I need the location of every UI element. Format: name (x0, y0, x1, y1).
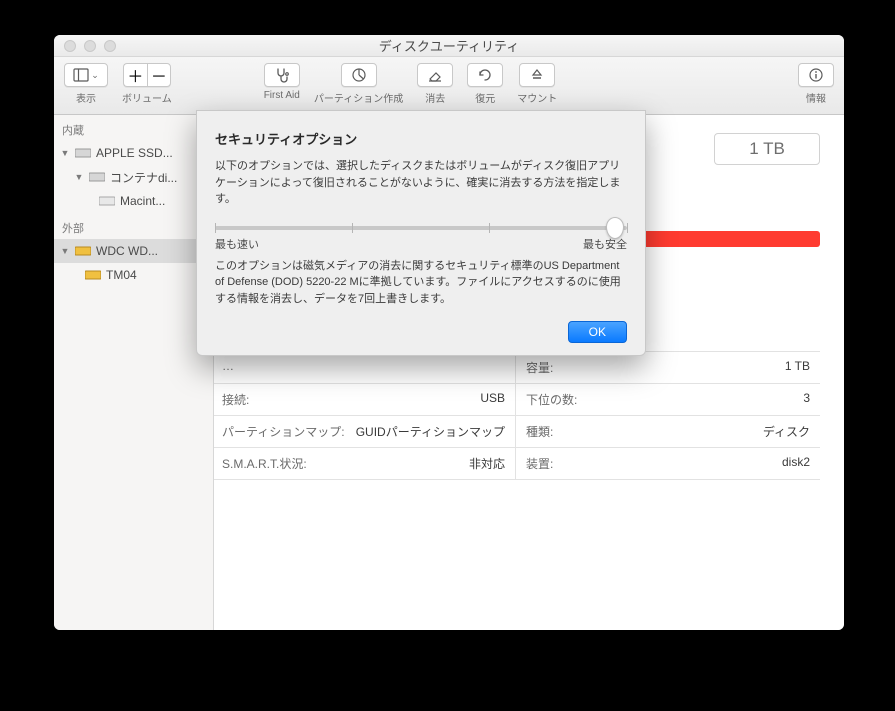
mount-button[interactable] (519, 63, 555, 87)
info-val: 非対応 (469, 455, 505, 472)
toolbar-firstaid: First Aid (264, 63, 300, 101)
sidebar-item-macintosh[interactable]: Macint... (54, 189, 213, 213)
info-key: S.M.A.R.T.状況: (222, 455, 307, 472)
table-row: パーティションマップ: GUIDパーティションマップ (214, 415, 516, 447)
slider-track (215, 226, 627, 230)
disclosure-icon[interactable]: ▼ (60, 148, 70, 158)
partition-button[interactable] (341, 63, 377, 87)
sidebar-item-label: Macint... (120, 194, 207, 208)
info-icon (808, 67, 824, 83)
sheet-title: セキュリティオプション (215, 129, 627, 148)
minus-icon: － (151, 63, 167, 87)
view-button[interactable]: ⌄ (64, 63, 108, 87)
sidebar-item-label: コンテナdi... (110, 169, 207, 186)
restore-icon (477, 67, 493, 83)
info-key: 容量: (526, 359, 553, 376)
disk-info-table: … 容量: 1 TB 接続: USB 下位の数: 3 パーティションマップ: GUIDパ… (214, 351, 820, 480)
sidebar-section-external: 外部 (54, 217, 213, 239)
hdd-icon (74, 146, 92, 160)
window-title: ディスクユーティリティ (54, 36, 844, 55)
toolbar-partition: パーティション作成 (314, 63, 403, 105)
erase-label: 消去 (425, 90, 445, 105)
volume-remove-button[interactable]: － (147, 63, 171, 87)
toolbar-restore: 復元 (467, 63, 503, 105)
info-key: パーティションマップ: (222, 423, 345, 440)
security-slider[interactable]: 最も速い 最も安全 (215, 226, 627, 252)
mount-icon (529, 67, 545, 83)
info-key: 種類: (526, 423, 553, 440)
info-button[interactable] (798, 63, 834, 87)
disclosure-icon[interactable]: ▼ (60, 246, 70, 256)
stethoscope-icon (274, 67, 290, 83)
erase-button[interactable] (417, 63, 453, 87)
titlebar: ディスクユーティリティ (54, 35, 844, 57)
sidebar: 内蔵 ▼ APPLE SSD... ▼ コンテナdi... Macint... (54, 115, 214, 630)
slider-label-secure: 最も安全 (583, 236, 627, 252)
info-key: 下位の数: (526, 391, 577, 408)
external-hdd-icon (74, 244, 92, 258)
partition-label: パーティション作成 (314, 90, 403, 105)
volume-label: ボリューム (122, 90, 172, 105)
capacity-badge: 1 TB (714, 133, 820, 165)
sidebar-section-internal: 内蔵 (54, 119, 213, 141)
sheet-detail: このオプションは磁気メディアの消去に関するセキュリティ標準のUS Departm… (215, 258, 627, 308)
sidebar-item-wdc[interactable]: ▼ WDC WD... ⏏ (54, 239, 213, 263)
toolbar-volume: ＋ － ボリューム (122, 63, 172, 105)
volume-add-button[interactable]: ＋ (123, 63, 147, 87)
table-row: 種類: ディスク (516, 415, 820, 447)
toolbar: ⌄ 表示 ＋ － ボリューム First Aid パーティション作成 (54, 57, 844, 115)
restore-label: 復元 (475, 90, 495, 105)
toolbar-mount: マウント (517, 63, 557, 105)
sidebar-item-container[interactable]: ▼ コンテナdi... (54, 165, 213, 189)
table-row: 接続: USB (214, 383, 516, 415)
pie-icon (351, 67, 367, 83)
view-label: 表示 (76, 90, 96, 105)
hdd-icon (98, 194, 116, 208)
info-val: disk2 (782, 455, 810, 472)
table-row: 下位の数: 3 (516, 383, 820, 415)
eraser-icon (427, 67, 443, 83)
info-key: 接続: (222, 391, 249, 408)
table-row: S.M.A.R.T.状況: 非対応 (214, 447, 516, 479)
info-key: 装置: (526, 455, 553, 472)
info-val: 1 TB (785, 359, 810, 376)
info-val: ディスク (763, 423, 810, 440)
info-key: … (222, 359, 234, 376)
sheet-description: 以下のオプションでは、選択したディスクまたはボリュームがディスク復旧アプリケーシ… (215, 158, 627, 208)
plus-icon: ＋ (127, 63, 143, 87)
mount-label: マウント (517, 90, 557, 105)
slider-knob[interactable] (606, 217, 624, 239)
toolbar-info: 情報 (798, 63, 834, 105)
ok-button[interactable]: OK (568, 321, 627, 343)
external-hdd-icon (84, 268, 102, 282)
sidebar-item-tm04[interactable]: TM04 ⏏ (54, 263, 213, 287)
restore-button[interactable] (467, 63, 503, 87)
sidebar-item-label: TM04 (106, 268, 192, 282)
sidebar-item-label: APPLE SSD... (96, 146, 207, 160)
slider-label-fast: 最も速い (215, 236, 259, 252)
info-label: 情報 (806, 90, 826, 105)
table-row: 装置: disk2 (516, 447, 820, 479)
security-options-sheet: セキュリティオプション 以下のオプションでは、選択したディスクまたはボリュームが… (196, 110, 646, 356)
firstaid-label: First Aid (264, 90, 300, 101)
info-val: USB (480, 391, 505, 408)
info-val: 3 (803, 391, 810, 408)
disclosure-icon[interactable]: ▼ (74, 172, 84, 182)
toolbar-erase: 消去 (417, 63, 453, 105)
toolbar-view: ⌄ 表示 (64, 63, 108, 105)
firstaid-button[interactable] (264, 63, 300, 87)
hdd-icon (88, 170, 106, 184)
chevron-down-icon: ⌄ (91, 70, 99, 81)
info-val: GUIDパーティションマップ (356, 423, 505, 440)
sidebar-icon (73, 67, 89, 83)
sidebar-item-label: WDC WD... (96, 244, 192, 258)
sidebar-item-apple-ssd[interactable]: ▼ APPLE SSD... (54, 141, 213, 165)
